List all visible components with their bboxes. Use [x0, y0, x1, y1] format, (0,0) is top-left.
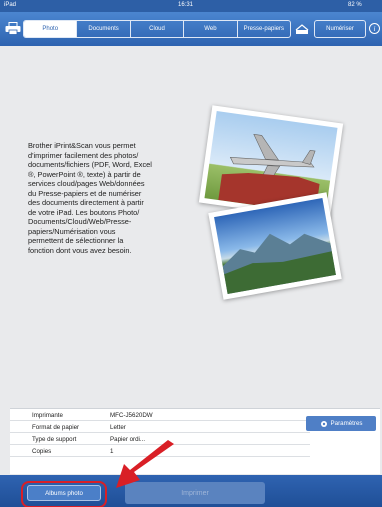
settings-button[interactable]: Paramètres	[306, 416, 376, 431]
setting-value: MFC-J5620DW	[110, 412, 153, 419]
print-settings: Imprimante MFC-J5620DW Format de papier …	[0, 406, 382, 475]
clock: 16:31	[178, 2, 194, 8]
intro-description: Brother iPrint&Scan vous permet d'imprim…	[28, 141, 152, 255]
setting-label: Format de papier	[32, 424, 80, 431]
battery-level: 82 %	[348, 2, 362, 8]
scanner-icon[interactable]	[295, 23, 309, 35]
tab-cloud[interactable]: Cloud	[131, 21, 185, 37]
status-bar: iPad 16:31 82 %	[0, 0, 382, 12]
main-content: Brother iPrint&Scan vous permet d'imprim…	[0, 46, 382, 406]
tab-documents[interactable]: Documents	[77, 21, 131, 37]
tab-web[interactable]: Web	[184, 21, 238, 37]
settings-button-label: Paramètres	[330, 420, 363, 427]
top-toolbar: Photo Documents Cloud Web Presse-papiers…	[0, 12, 382, 46]
annotation-arrow-icon	[116, 440, 174, 488]
printer-icon[interactable]	[5, 22, 21, 35]
tab-photo[interactable]: Photo	[24, 21, 78, 37]
setting-value: Letter	[110, 424, 126, 431]
setting-label: Copies	[32, 448, 52, 455]
tab-clipboard[interactable]: Presse-papiers	[238, 21, 290, 37]
info-icon[interactable]: i	[369, 23, 380, 34]
annotation-highlight	[21, 481, 107, 507]
mountain-illustration	[222, 233, 336, 294]
setting-label: Imprimante	[32, 412, 63, 419]
gear-icon	[320, 420, 327, 427]
setting-paper-size[interactable]: Format de papier Letter	[10, 421, 310, 433]
device-name: iPad	[4, 2, 17, 8]
sample-photo-mountain	[208, 192, 342, 300]
setting-printer[interactable]: Imprimante MFC-J5620DW	[10, 409, 310, 421]
mode-tabs: Photo Documents Cloud Web Presse-papiers	[23, 20, 291, 38]
setting-label: Type de support	[32, 436, 77, 443]
scan-button[interactable]: Numériser	[314, 20, 366, 38]
